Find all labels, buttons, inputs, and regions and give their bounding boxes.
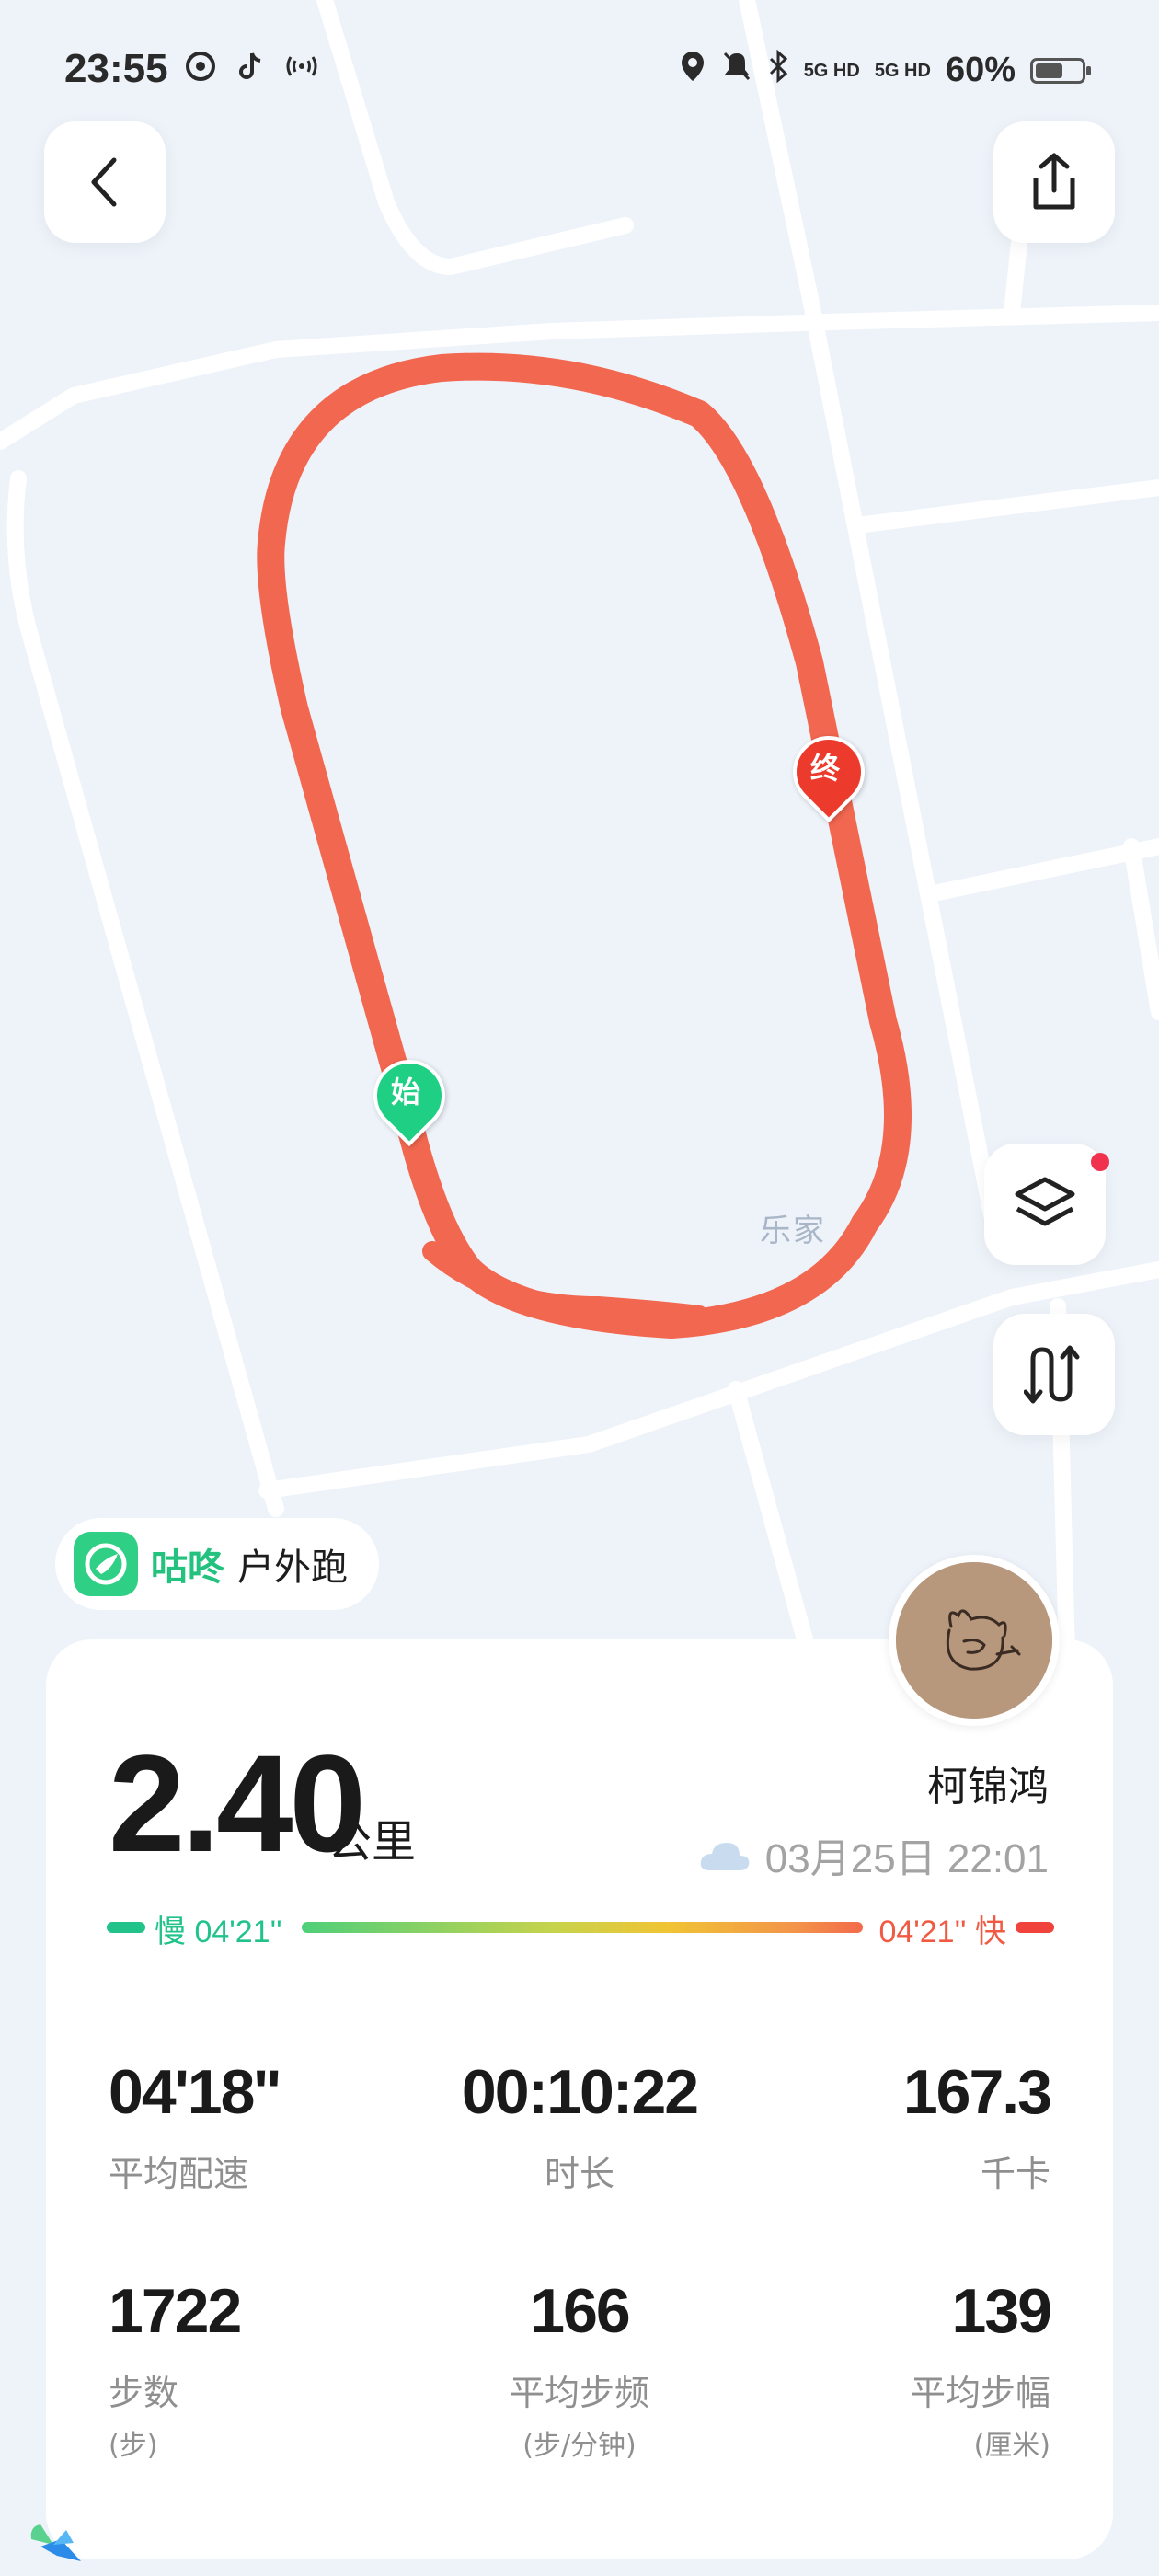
pace-scale: 慢 04'21'' 04'21'' 快: [107, 1906, 1054, 1949]
stat-label: 步数: [109, 2373, 179, 2413]
stat-label: 时长: [544, 2154, 614, 2194]
stat-value: 166: [530, 2276, 630, 2346]
stat-unit: (步): [109, 2430, 158, 2462]
stat-calories: 167.3 千卡: [747, 2057, 1052, 2196]
route-replay-button[interactable]: [993, 1314, 1115, 1435]
workout-datetime: 03月25日 22:01: [697, 1825, 1049, 1884]
route-icon: [1024, 1345, 1080, 1404]
map-layers-button[interactable]: [984, 1144, 1109, 1265]
stat-label: 平均配速: [109, 2154, 249, 2194]
stat-avg-pace: 04'18'' 平均配速: [109, 2057, 412, 2196]
mute-icon: [721, 50, 752, 91]
stat-unit: (厘米): [973, 2430, 1050, 2462]
end-marker: 终: [777, 720, 880, 823]
start-marker: 始: [358, 1044, 461, 1147]
battery-fill: [1036, 63, 1062, 78]
pace-fast-label: 04'21'' 快: [878, 1915, 1006, 1949]
stat-value: 04'18'': [109, 2057, 281, 2127]
avatar[interactable]: [889, 1555, 1060, 1726]
battery-icon: [1030, 57, 1091, 84]
stat-value: 139: [951, 2276, 1052, 2346]
app-logo-icon: [74, 1532, 138, 1596]
signal-2: 5G HD: [874, 60, 931, 81]
app-name: 咕咚: [151, 1547, 224, 1589]
workout-mode: 户外跑: [237, 1547, 348, 1589]
status-time: 23:55: [64, 46, 168, 91]
location-icon: [679, 50, 706, 91]
stat-cadence: 166 平均步频 (步/分钟): [428, 2276, 731, 2463]
map-place-label: 乐家: [760, 1213, 826, 1249]
status-bar: 23:55 5G HD 5G HD 60%: [0, 0, 1159, 138]
notification-dot: [1091, 1153, 1109, 1171]
music-app-icon: [184, 50, 217, 91]
start-marker-label: 始: [390, 1075, 420, 1110]
back-button[interactable]: [44, 121, 166, 243]
stat-stride: 139 平均步幅 (厘米): [747, 2276, 1052, 2463]
stat-value: 1722: [109, 2276, 242, 2346]
pace-fast-marker: [1016, 1922, 1054, 1933]
hotspot-icon: [283, 50, 320, 91]
app-badge: 咕咚 户外跑: [55, 1518, 379, 1610]
signal-1: 5G HD: [803, 60, 860, 81]
distance-unit: 公里: [327, 1816, 417, 1868]
stat-label: 平均步频: [509, 2373, 649, 2413]
map-view[interactable]: [0, 0, 1159, 1656]
end-marker-label: 终: [809, 751, 840, 786]
battery-percent: 60%: [945, 51, 1016, 89]
bluetooth-icon: [767, 49, 789, 91]
layers-icon: [1015, 1177, 1075, 1226]
workout-date: 03月25日 22:01: [764, 1836, 1049, 1881]
cloud-icon: [700, 1843, 750, 1870]
pace-gradient-bar: [302, 1922, 863, 1933]
status-left-icons: [184, 50, 320, 91]
chevron-left-icon: [91, 157, 117, 207]
tiktok-icon: [234, 50, 267, 91]
stat-steps: 1722 步数 (步): [109, 2276, 412, 2463]
stat-unit: (步/分钟): [522, 2430, 637, 2462]
floating-assistant-icon[interactable]: [26, 2502, 90, 2567]
stat-value: 00:10:22: [461, 2057, 699, 2127]
share-button[interactable]: [993, 121, 1115, 243]
user-name: 柯锦鸿: [927, 1764, 1049, 1811]
pace-slow-label: 慢 04'21'': [155, 1915, 282, 1949]
distance-value: 2.40: [109, 1726, 366, 1880]
stat-value: 167.3: [902, 2057, 1052, 2127]
share-icon: [1033, 153, 1075, 210]
status-right: 5G HD 5G HD 60%: [679, 49, 1091, 91]
stat-label: 千卡: [980, 2154, 1050, 2194]
stat-label: 平均步幅: [910, 2373, 1050, 2413]
stat-duration: 00:10:22 时长: [428, 2057, 731, 2196]
pace-slow-marker: [107, 1922, 145, 1933]
